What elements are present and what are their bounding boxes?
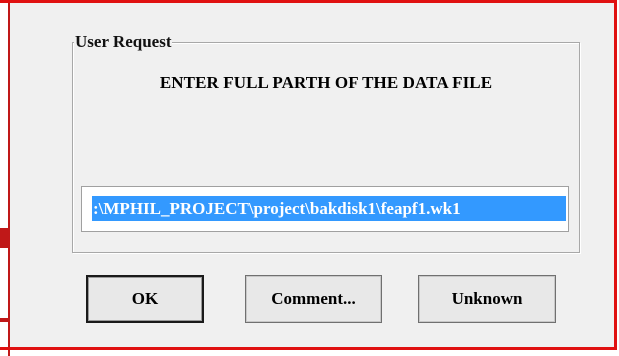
screen: User Request ENTER FULL PARTH OF THE DAT… — [0, 0, 619, 356]
dialog-red-border — [0, 0, 617, 350]
